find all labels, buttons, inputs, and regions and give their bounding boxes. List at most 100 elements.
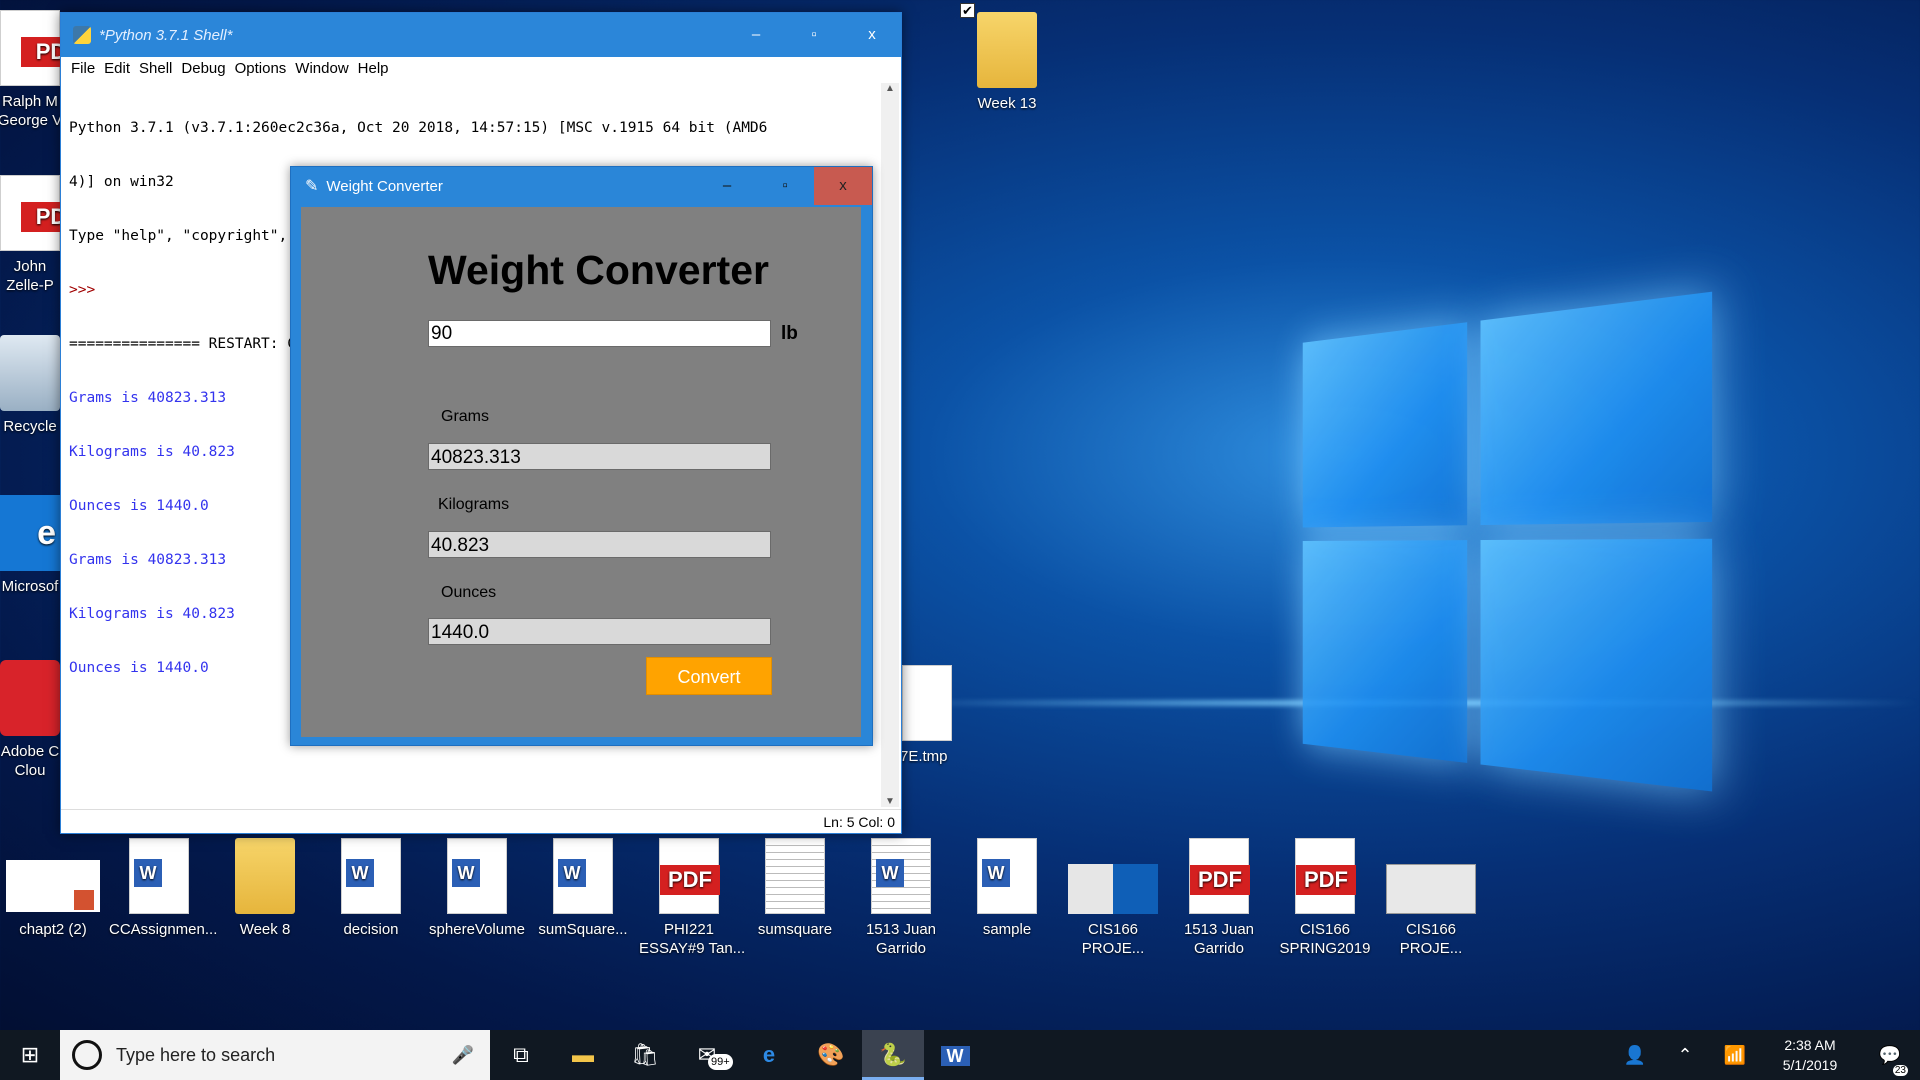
screenshot-file-icon bbox=[1068, 864, 1158, 914]
folder-icon bbox=[235, 838, 295, 914]
menu-file[interactable]: File bbox=[71, 57, 95, 81]
desktop-icon-cis166-project-1[interactable]: CIS166 PROJE... bbox=[1063, 838, 1163, 958]
cortana-icon bbox=[72, 1040, 102, 1070]
desktop-icon-label: CIS166 SPRING2019 bbox=[1279, 921, 1371, 957]
shell-scrollbar[interactable]: ▲ ▼ bbox=[881, 83, 899, 807]
desktop-icon-spherevolume[interactable]: W sphereVolume bbox=[427, 838, 527, 939]
store-icon[interactable]: 🛍 bbox=[614, 1030, 676, 1080]
word-taskbar-icon[interactable]: W bbox=[924, 1030, 986, 1080]
pdf-file-icon: PD bbox=[0, 10, 81, 86]
feather-icon: ✎ bbox=[305, 178, 319, 195]
menu-debug[interactable]: Debug bbox=[181, 57, 225, 81]
pdf-file-icon: PD bbox=[0, 175, 81, 251]
screenshot-file-icon bbox=[1386, 864, 1476, 914]
grams-label: Grams bbox=[441, 408, 489, 425]
desktop-icon-1513-juan-pdf[interactable]: PDF 1513 Juan Garrido bbox=[1169, 838, 1269, 958]
desktop-icon-decision[interactable]: W decision bbox=[321, 838, 421, 939]
action-center-icon[interactable]: 💬 23 bbox=[1860, 1045, 1920, 1076]
recycle-bin-icon bbox=[0, 335, 60, 411]
start-button[interactable]: ⊞ bbox=[0, 1030, 60, 1080]
convert-button[interactable]: Convert bbox=[646, 657, 772, 695]
wifi-icon[interactable]: 📶 bbox=[1710, 1045, 1760, 1066]
desktop-icon-week13[interactable]: Week 13 bbox=[957, 12, 1057, 113]
search-placeholder: Type here to search bbox=[116, 1044, 276, 1065]
converter-close-button[interactable]: x bbox=[814, 167, 872, 205]
desktop-icon-sumsquare-doc[interactable]: W sumSquare... bbox=[533, 838, 633, 939]
chevron-up-icon[interactable]: ⌃ bbox=[1660, 1045, 1710, 1066]
desktop-icon-label: 1513 Juan Garrido bbox=[865, 921, 937, 957]
paint-icon[interactable]: 🎨 bbox=[800, 1030, 862, 1080]
menu-help[interactable]: Help bbox=[358, 57, 389, 81]
converter-minimize-button[interactable]: – bbox=[698, 167, 756, 205]
shell-titlebar[interactable]: *Python 3.7.1 Shell* – ▫ x bbox=[61, 13, 901, 57]
word-file-icon: W bbox=[871, 838, 931, 914]
clock-date: 5/1/2019 bbox=[1782, 1057, 1838, 1073]
desktop-icon-label: CIS166 PROJE... bbox=[1081, 921, 1145, 957]
desktop-icon-sumsquare[interactable]: sumsquare bbox=[745, 838, 845, 939]
desktop-icon-ccassignment[interactable]: W CCAssignmen... bbox=[109, 838, 218, 939]
menu-options[interactable]: Options bbox=[235, 57, 287, 81]
desktop-icon-label: CCAssignmen... bbox=[109, 921, 218, 938]
word-file-icon: W bbox=[553, 838, 613, 914]
logo-pane bbox=[1480, 291, 1713, 526]
desktop-icon-1513-juan-doc[interactable]: W 1513 Juan Garrido bbox=[851, 838, 951, 958]
shell-title: *Python 3.7.1 Shell* bbox=[99, 26, 233, 44]
kilograms-label: Kilograms bbox=[438, 496, 510, 513]
people-icon[interactable]: 👤 bbox=[1610, 1045, 1660, 1066]
mail-icon[interactable]: ✉ 99+ bbox=[676, 1030, 738, 1080]
desktop-icon-label: decision bbox=[343, 921, 399, 938]
converter-maximize-button[interactable]: ▫ bbox=[756, 167, 814, 205]
converter-title: Weight Converter bbox=[326, 177, 443, 195]
desktop-icon-sample[interactable]: W sample bbox=[957, 838, 1057, 939]
desktop-icon-label: chapt2 (2) bbox=[19, 921, 87, 938]
desktop-icon-cis166-project-2[interactable]: CIS166 PROJE... bbox=[1381, 838, 1481, 958]
grams-output[interactable]: 40823.313 bbox=[428, 443, 771, 470]
close-button[interactable]: x bbox=[843, 13, 901, 57]
word-file-icon: W bbox=[447, 838, 507, 914]
word-file-icon: W bbox=[341, 838, 401, 914]
scroll-down-icon[interactable]: ▼ bbox=[881, 796, 899, 807]
desktop-icon-cis166-spring[interactable]: PDF CIS166 SPRING2019 bbox=[1275, 838, 1375, 958]
microphone-icon[interactable]: 🎤 bbox=[452, 1045, 474, 1066]
pdf-file-icon: PDF bbox=[1189, 838, 1250, 914]
menu-edit[interactable]: Edit bbox=[104, 57, 130, 81]
clock[interactable]: 2:38 AM 5/1/2019 bbox=[1760, 1035, 1860, 1075]
menu-window[interactable]: Window bbox=[295, 57, 348, 81]
desktop-icon-week8[interactable]: Week 8 bbox=[215, 838, 315, 939]
python-icon bbox=[73, 26, 91, 44]
adobe-cloud-icon bbox=[0, 660, 60, 736]
file-icon bbox=[902, 665, 952, 741]
logo-pane bbox=[1302, 540, 1468, 763]
ounces-label: Ounces bbox=[441, 584, 497, 601]
kilograms-output[interactable]: 40.823 bbox=[428, 531, 771, 558]
desktop-icon-phi221[interactable]: PDF PHI221 ESSAY#9 Tan... bbox=[639, 838, 745, 958]
desktop-icon-label: Week 8 bbox=[239, 921, 291, 938]
system-tray: 👤 ⌃ 📶 2:38 AM 5/1/2019 💬 23 bbox=[1610, 1030, 1920, 1080]
ounces-output[interactable]: 1440.0 bbox=[428, 618, 771, 645]
task-view-icon[interactable]: ⧉ bbox=[490, 1030, 552, 1080]
unit-label: lb bbox=[781, 323, 798, 344]
file-explorer-icon[interactable]: ▬ bbox=[552, 1030, 614, 1080]
scroll-up-icon[interactable]: ▲ bbox=[881, 83, 899, 94]
edge-browser-icon[interactable]: e bbox=[738, 1030, 800, 1080]
desktop-icon-label: CIS166 PROJE... bbox=[1399, 921, 1463, 957]
taskbar-search[interactable]: Type here to search 🎤 bbox=[60, 1030, 490, 1080]
converter-body: Weight Converter lb Grams 40823.313 Kilo… bbox=[301, 207, 861, 737]
desktop-icon-chapt2[interactable]: chapt2 (2) bbox=[3, 860, 103, 939]
python-idle-taskbar-icon[interactable]: 🐍 bbox=[862, 1030, 924, 1080]
desktop-icon-label: 1513 Juan Garrido bbox=[1183, 921, 1255, 957]
menu-shell[interactable]: Shell bbox=[139, 57, 172, 81]
powerpoint-file-icon bbox=[6, 860, 100, 912]
pdf-file-icon: PDF bbox=[659, 838, 720, 914]
shell-menubar: File Edit Shell Debug Options Window Hel… bbox=[61, 57, 901, 81]
minimize-button[interactable]: – bbox=[727, 13, 785, 57]
word-file-icon: W bbox=[977, 838, 1037, 914]
desktop-icon-label: Week 13 bbox=[977, 95, 1037, 112]
converter-titlebar[interactable]: ✎ Weight Converter – ▫ x bbox=[291, 167, 872, 205]
maximize-button[interactable]: ▫ bbox=[785, 13, 843, 57]
logo-pane bbox=[1480, 538, 1713, 792]
shell-line: Python 3.7.1 (v3.7.1:260ec2c36a, Oct 20 … bbox=[69, 120, 768, 136]
desktop-icon-label: sumSquare... bbox=[538, 921, 628, 938]
weight-converter-window[interactable]: ✎ Weight Converter – ▫ x Weight Converte… bbox=[290, 166, 873, 746]
pounds-input[interactable] bbox=[428, 320, 771, 347]
